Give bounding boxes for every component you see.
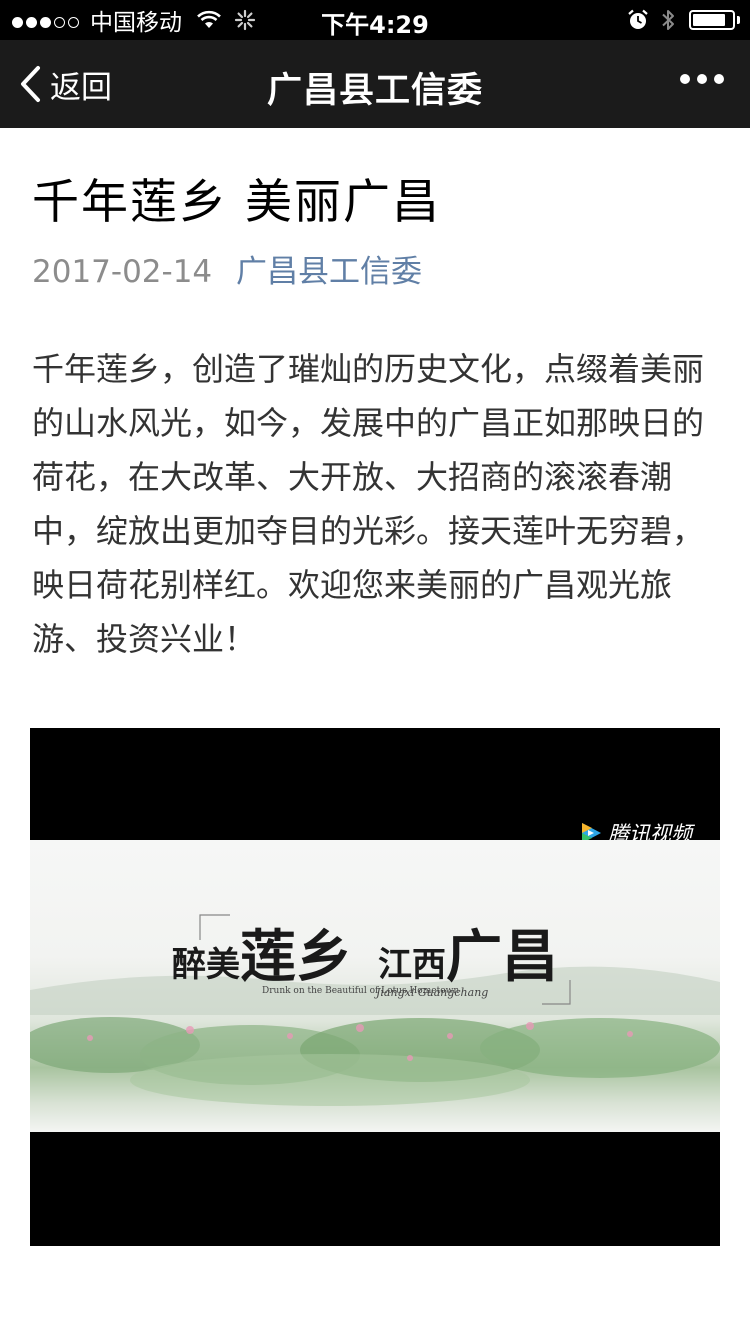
video-calligraphy-title: 醉美莲乡 江西广昌 [172, 912, 558, 993]
battery-level [693, 14, 725, 26]
nav-title: 广昌县工信委 [266, 71, 483, 111]
article-author-link[interactable]: 广昌县工信委 [236, 254, 422, 290]
article-title: 千年莲乡 美丽广昌 [32, 175, 441, 230]
status-right [627, 6, 740, 34]
more-dot [680, 74, 690, 84]
battery-icon [689, 10, 735, 30]
article: 千年莲乡 美丽广昌 2017-02-14 广昌县工信委 千年莲乡，创造了璀灿的历… [32, 128, 720, 666]
more-dot [714, 74, 724, 84]
video-subtitle-pinyin: Jiangxi Guangchang [376, 986, 489, 999]
article-date: 2017-02-14 [32, 254, 213, 290]
calligraphy-part-1: 醉美 [172, 945, 240, 985]
calligraphy-part-2: 莲乡 [240, 924, 352, 990]
video-player[interactable]: 腾讯视频 醉美莲乡 江西广昌 Drunk on the Beautiful of … [30, 728, 720, 1246]
alarm-clock-icon [628, 9, 648, 29]
bluetooth-icon [662, 10, 674, 30]
video-frame: 醉美莲乡 江西广昌 Drunk on the Beautiful of Lotus… [30, 840, 720, 1132]
calligraphy-part-3: 江西 [378, 945, 446, 985]
battery-tip [737, 16, 740, 24]
more-options-button[interactable] [673, 74, 724, 84]
calligraphy-part-4: 广昌 [446, 924, 558, 990]
navigation-bar: 返回 广昌县工信委 [0, 40, 750, 128]
article-meta: 2017-02-14 广昌县工信委 [32, 252, 720, 292]
article-body: 千年莲乡，创造了璀灿的历史文化，点缀着美丽的山水风光，如今，发展中的广昌正如那映… [32, 350, 705, 658]
status-bar: 中国移动 下午4:29 [0, 0, 750, 40]
more-dot [697, 74, 707, 84]
